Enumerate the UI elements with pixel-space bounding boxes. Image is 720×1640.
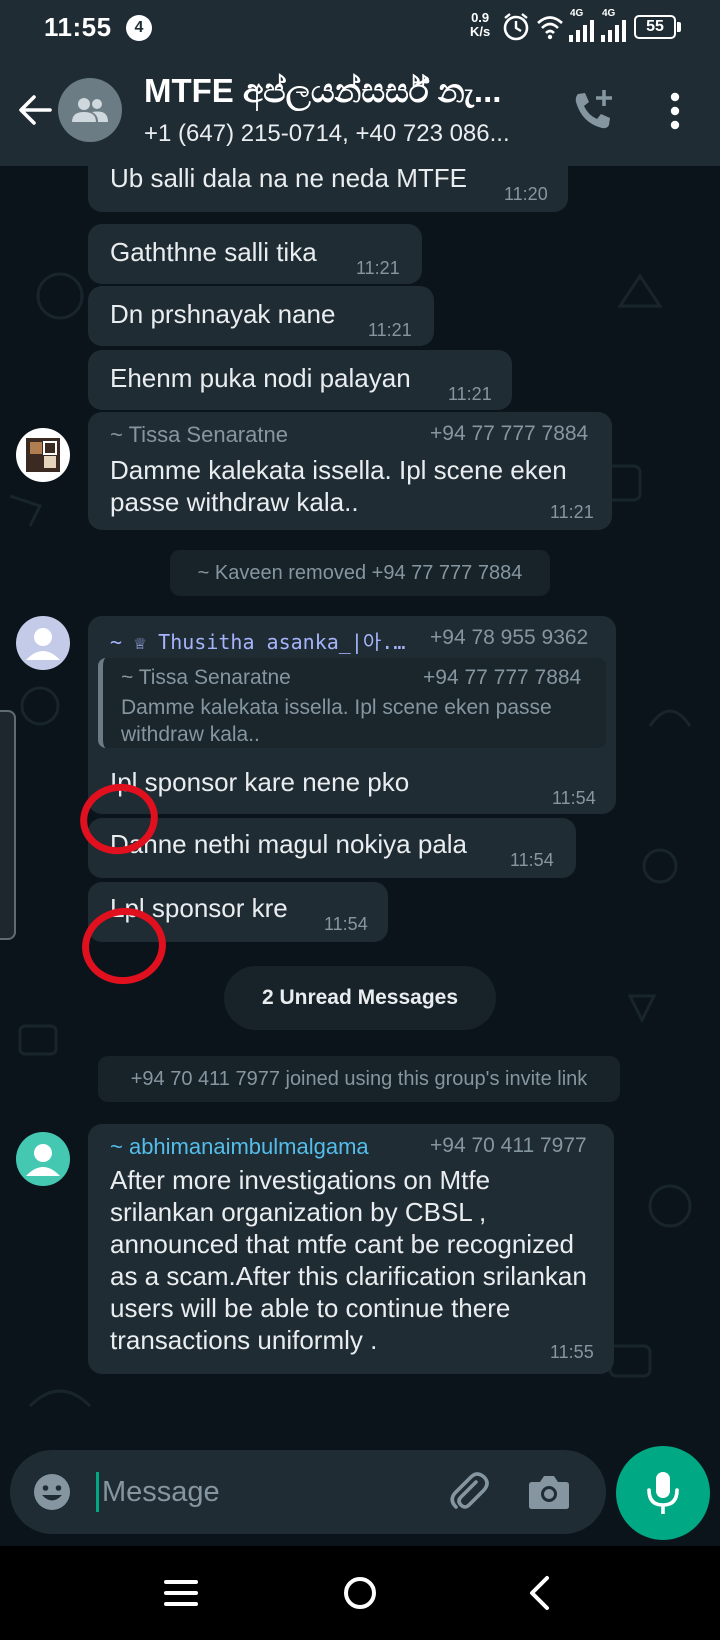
- system-message-joined: +94 70 411 7977 joined using this group'…: [98, 1056, 620, 1102]
- message-time: 11:21: [550, 502, 594, 522]
- system-message-removed: ~ Kaveen removed +94 77 777 7884: [170, 550, 550, 596]
- home-icon[interactable]: [333, 1566, 387, 1620]
- status-bar: 11:55 4 0.9 K/s 4G 4G 55: [0, 0, 720, 54]
- battery-indicator: 55: [634, 15, 676, 39]
- message-time: 11:21: [448, 384, 492, 404]
- message-bubble[interactable]: Ehenm puka nodi palayan 11:21: [88, 350, 512, 410]
- sender-phone: +94 77 777 7884: [430, 422, 589, 445]
- network-label-1: 4G: [570, 8, 584, 19]
- sender-name[interactable]: ~ abhimanaimbulmalgama: [110, 1134, 400, 1160]
- group-avatar-icon: [72, 98, 108, 122]
- status-time: 11:55: [44, 12, 112, 42]
- back-arrow-icon[interactable]: [14, 90, 54, 130]
- net-speed-value: 0.9: [471, 10, 490, 25]
- sender-phone: +94 78 955 9362: [430, 626, 589, 649]
- side-edge-handle[interactable]: [0, 710, 16, 940]
- message-bubble[interactable]: Ub salli dala na ne neda MTFE 11:20: [88, 166, 568, 212]
- message-time: 11:20: [504, 184, 548, 204]
- default-avatar-icon: [26, 628, 60, 660]
- signal-icon-1: [569, 20, 594, 42]
- text-cursor: [96, 1472, 99, 1512]
- message-bubble[interactable]: Danne nethi magul nokiya pala 11:54: [88, 818, 576, 878]
- message-text: Ehenm puka nodi palayan: [110, 363, 411, 393]
- message-text: Dn prshnayak nane: [110, 299, 336, 329]
- notification-badge: 4: [126, 15, 152, 41]
- message-text: Danne nethi magul nokiya pala: [110, 829, 468, 859]
- add-call-icon[interactable]: [570, 88, 616, 134]
- chat-header: MTFE අප්ලයන්සර්ස් නැ... +1 (647) 215-071…: [0, 54, 720, 166]
- message-time: 11:54: [510, 850, 554, 870]
- message-text: Gaththne salli tika: [110, 237, 317, 267]
- quote-phone: +94 77 777 7884: [423, 666, 582, 689]
- message-time: 11:54: [324, 914, 368, 934]
- quote-sender: ~ Tissa Senaratne: [121, 666, 291, 689]
- net-speed-unit: K/s: [470, 24, 491, 39]
- message-time: 11:21: [368, 320, 412, 340]
- avatar[interactable]: [16, 616, 70, 670]
- alarm-icon: [503, 13, 529, 41]
- quote-text: Damme kalekata issella. Ipl scene eken p…: [121, 696, 552, 746]
- group-avatar[interactable]: [58, 78, 122, 142]
- sender-name[interactable]: ~ Tissa Senaratne: [110, 422, 390, 448]
- emoji-icon[interactable]: [32, 1472, 72, 1512]
- net-speed: 0.9 K/s: [470, 11, 490, 39]
- camera-icon[interactable]: [528, 1472, 570, 1512]
- network-label-2: 4G: [602, 8, 616, 19]
- message-bubble[interactable]: ~ ♕ Thusitha asanka_|아... +94 78 955 936…: [88, 616, 616, 814]
- message-text: After more investigations on Mtfe srilan…: [110, 1165, 587, 1355]
- message-bubble[interactable]: ~ abhimanaimbulmalgama +94 70 411 7977 A…: [88, 1124, 614, 1374]
- chat-title[interactable]: MTFE අප්ලයන්සර්ස් නැ...: [144, 72, 544, 111]
- tissa-avatar-image: [26, 438, 60, 472]
- message-time: 11:55: [550, 1342, 594, 1362]
- compose-bar: Message: [0, 1446, 720, 1546]
- signal-icon-2: [601, 20, 626, 42]
- recents-icon[interactable]: [154, 1566, 208, 1620]
- chat-participants[interactable]: +1 (647) 215-0714, +40 723 086...: [144, 120, 544, 148]
- unread-messages-divider: 2 Unread Messages: [224, 966, 496, 1030]
- attach-icon[interactable]: [446, 1470, 490, 1514]
- system-navigation-bar: [0, 1546, 720, 1640]
- overflow-menu-icon[interactable]: [660, 88, 690, 134]
- avatar[interactable]: [16, 1132, 70, 1186]
- message-bubble[interactable]: Dn prshnayak nane 11:21: [88, 286, 434, 346]
- message-time: 11:54: [552, 788, 596, 808]
- nav-back-icon[interactable]: [514, 1566, 568, 1620]
- battery-tip: [677, 22, 681, 32]
- message-text: Damme kalekata issella. Ipl scene eken p…: [110, 455, 567, 517]
- default-avatar-icon: [26, 1144, 60, 1176]
- message-text: Ub salli dala na ne neda MTFE: [110, 166, 467, 193]
- message-input[interactable]: Message: [10, 1450, 606, 1534]
- message-placeholder[interactable]: Message: [102, 1472, 220, 1512]
- wifi-icon: [537, 16, 563, 40]
- sender-phone: +94 70 411 7977: [430, 1134, 587, 1157]
- voice-message-button[interactable]: [616, 1446, 710, 1540]
- message-list[interactable]: Ub salli dala na ne neda MTFE 11:20 Gath…: [0, 166, 720, 1446]
- mic-icon: [647, 1472, 679, 1514]
- quoted-message[interactable]: ~ Tissa Senaratne +94 77 777 7884 Damme …: [98, 658, 606, 748]
- message-time: 11:21: [356, 258, 400, 278]
- message-text: Ipl sponsor kare nene pko: [110, 767, 410, 797]
- message-bubble[interactable]: ~ Tissa Senaratne +94 77 777 7884 Damme …: [88, 412, 612, 530]
- avatar[interactable]: [16, 428, 70, 482]
- message-bubble[interactable]: Gaththne salli tika 11:21: [88, 224, 422, 284]
- sender-name[interactable]: ~ ♕ Thusitha asanka_|아...: [110, 626, 410, 655]
